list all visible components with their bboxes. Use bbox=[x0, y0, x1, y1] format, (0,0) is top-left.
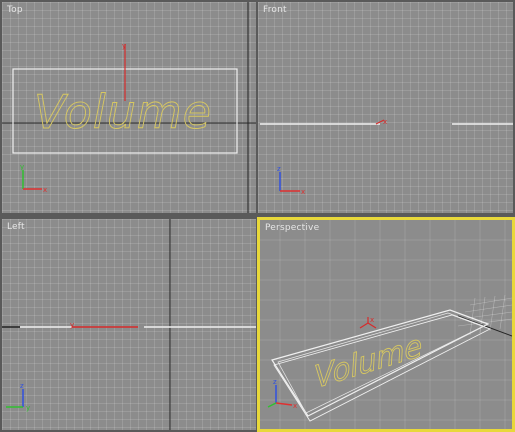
tripod-y-label: y bbox=[20, 163, 24, 171]
tripod-z-label: z bbox=[20, 382, 24, 390]
left-view-scene: y y z bbox=[2, 219, 256, 430]
gizmo-x-label: x bbox=[383, 118, 387, 126]
viewport-top[interactable]: Volume y x y Top bbox=[2, 2, 256, 213]
viewport-label-perspective[interactable]: Perspective bbox=[265, 223, 319, 233]
tripod-x-axis bbox=[275, 402, 293, 406]
volume-text-outline: Volume bbox=[34, 85, 212, 139]
gizmo-x-label: x bbox=[370, 316, 374, 324]
dense-grid-patch bbox=[457, 294, 512, 336]
tripod-y-axis bbox=[267, 402, 277, 408]
tripod-x-label: x bbox=[301, 188, 305, 196]
perspective-scene: Volume x x z bbox=[260, 220, 512, 429]
tripod-x-label: x bbox=[43, 186, 47, 194]
front-view-scene: x x z bbox=[260, 118, 513, 196]
viewport-label-top[interactable]: Top bbox=[7, 5, 23, 15]
tripod-y-label: y bbox=[26, 404, 30, 412]
viewport-front[interactable]: x x z Front bbox=[258, 2, 513, 213]
viewport-perspective[interactable]: Volume x x z Perspective bbox=[257, 217, 515, 432]
top-view-scene: Volume y x y bbox=[2, 2, 256, 213]
viewport-label-front[interactable]: Front bbox=[263, 5, 287, 15]
gizmo-y-label: y bbox=[70, 321, 74, 329]
viewport-left[interactable]: y y z Left bbox=[2, 219, 256, 430]
gizmo-y-label: y bbox=[122, 42, 126, 50]
tripod-x-label: x bbox=[293, 402, 297, 410]
tripod-z-label: z bbox=[273, 378, 277, 386]
gizmo-y-axis bbox=[359, 322, 369, 329]
tripod-z-label: z bbox=[277, 165, 281, 173]
viewport-label-left[interactable]: Left bbox=[7, 222, 25, 232]
